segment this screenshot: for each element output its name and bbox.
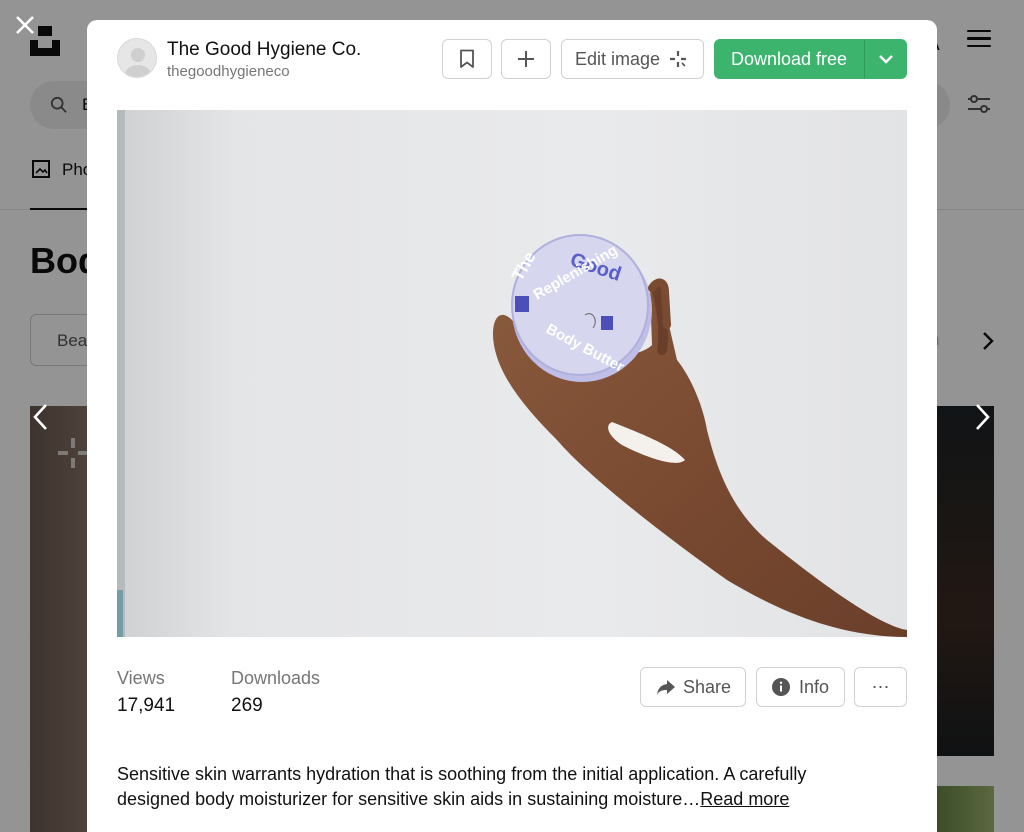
info-icon: [772, 678, 790, 696]
share-label: Share: [683, 676, 732, 697]
download-label: Download free: [730, 48, 848, 69]
main-photo[interactable]: Good The Replenishing Body Butter: [117, 110, 907, 637]
views-label: Views: [117, 668, 165, 688]
chevron-down-icon: [878, 55, 893, 64]
edit-image-label: Edit image: [575, 48, 661, 69]
share-button[interactable]: Share: [640, 667, 746, 707]
photo-illustration: Good The Replenishing Body Butter: [117, 110, 907, 637]
avatar-placeholder-icon: [125, 48, 151, 77]
views-stat: Views 17,941: [117, 668, 175, 717]
avatar[interactable]: [117, 38, 157, 78]
edit-image-button[interactable]: Edit image: [561, 39, 704, 79]
read-more-link[interactable]: Read more: [700, 789, 789, 809]
info-button[interactable]: Info: [756, 667, 845, 707]
downloads-label: Downloads: [231, 668, 321, 688]
download-free-button[interactable]: Download free: [714, 39, 864, 79]
plus-icon: [518, 51, 534, 67]
more-icon: ⋯: [871, 676, 890, 697]
share-arrow-icon: [657, 680, 675, 695]
author-handle[interactable]: thegoodhygieneco: [167, 63, 290, 80]
chevron-left-icon[interactable]: [30, 402, 52, 432]
photo-description: Sensitive skin warrants hydration that i…: [117, 762, 877, 812]
add-to-collection-button[interactable]: [501, 39, 551, 79]
more-options-button[interactable]: ⋯: [854, 667, 907, 707]
bookmark-button[interactable]: [442, 39, 492, 79]
views-value: 17,941: [117, 695, 176, 716]
photo-modal: The Good Hygiene Co. thegoodhygieneco Ed…: [87, 20, 937, 832]
author-name[interactable]: The Good Hygiene Co.: [167, 39, 361, 61]
downloads-stat: Downloads 269: [231, 668, 320, 717]
chevron-right-icon[interactable]: [971, 402, 993, 432]
downloads-value: 269: [231, 695, 263, 716]
download-options-button[interactable]: [864, 39, 907, 79]
bookmark-icon: [460, 49, 474, 68]
edit-sparkle-icon: [670, 51, 687, 67]
info-label: Info: [799, 676, 830, 697]
close-icon[interactable]: [12, 12, 38, 38]
